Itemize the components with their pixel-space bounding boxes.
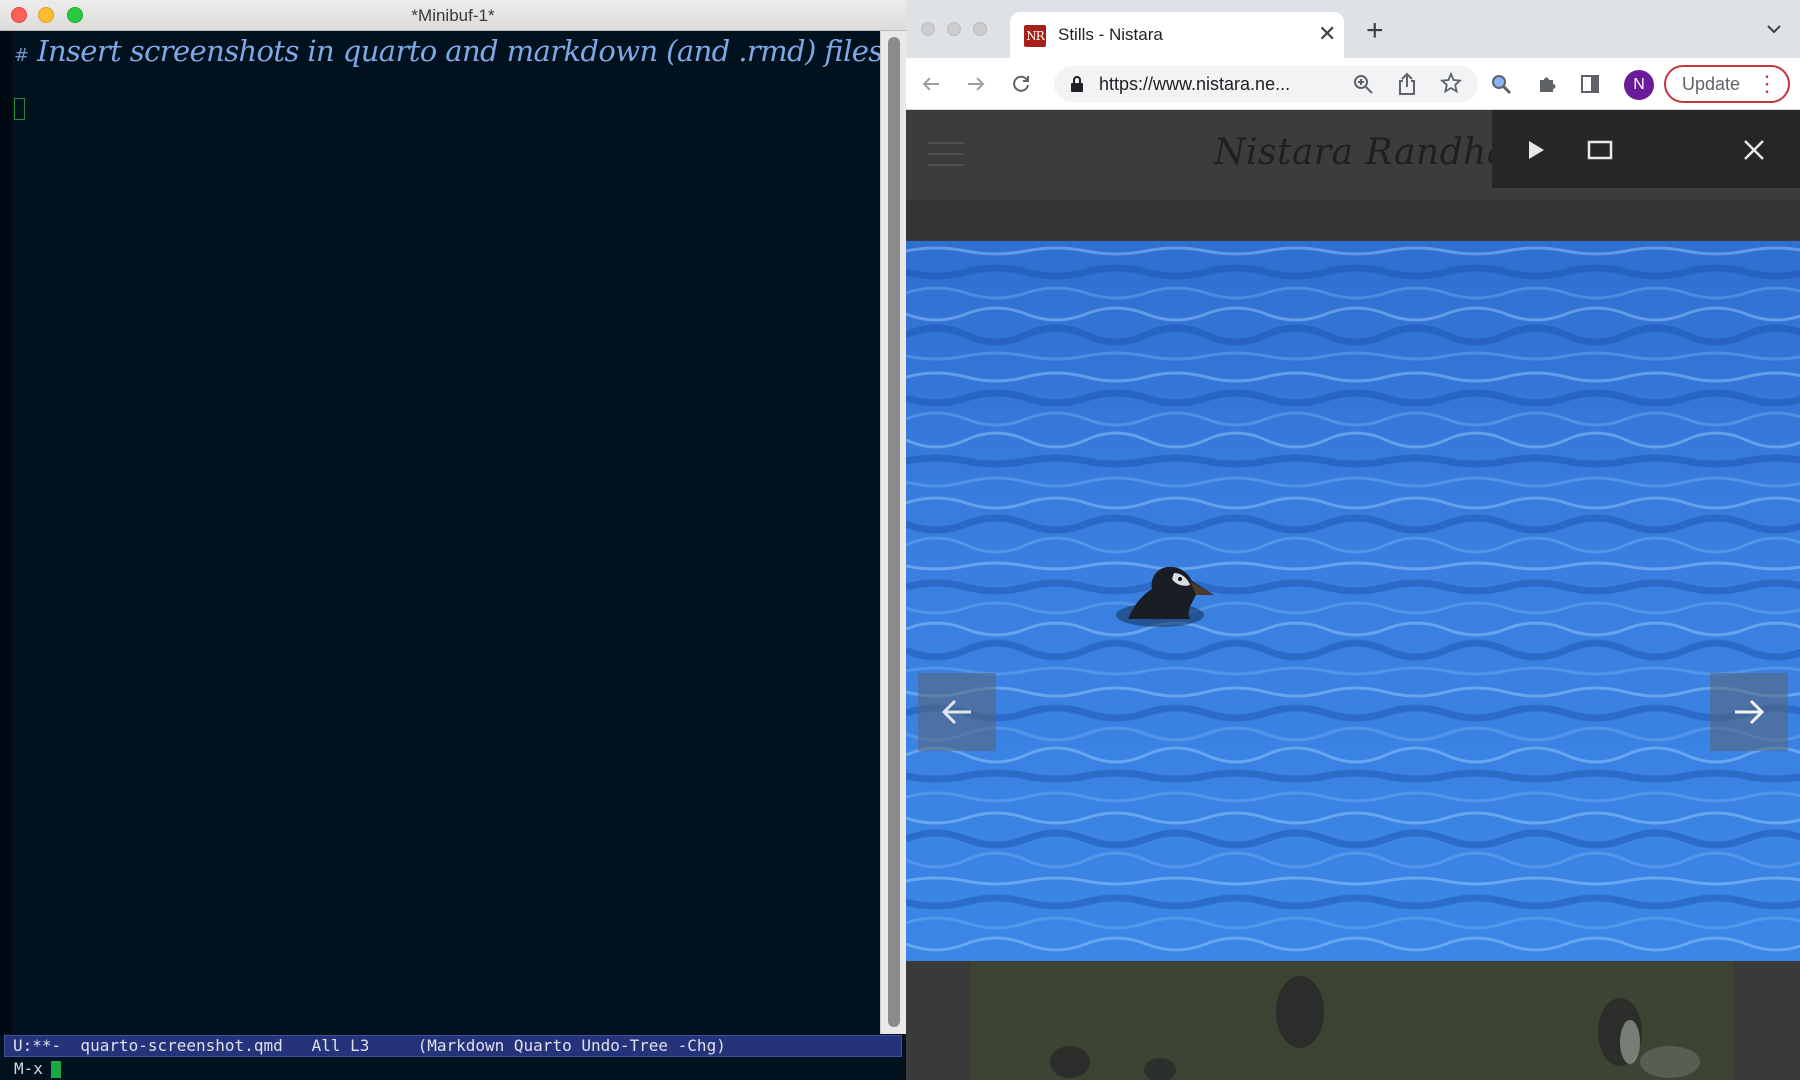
gallery-thumbnail-below[interactable]	[970, 962, 1734, 1080]
tab-search-icon[interactable]	[1766, 22, 1782, 40]
zoom-icon[interactable]	[1352, 73, 1374, 100]
share-icon[interactable]	[1396, 72, 1418, 101]
tab-strip: NR Stills - Nistara ✕ +	[906, 0, 1800, 58]
markdown-heading[interactable]: # Insert screenshots in quarto and markdo…	[14, 34, 906, 68]
hamburger-menu-icon[interactable]	[928, 142, 964, 175]
lightbox-toolbar	[1492, 110, 1800, 188]
emacs-window: *Minibuf-1* # Insert screenshots in quart…	[0, 0, 906, 1080]
emacs-titlebar: *Minibuf-1*	[0, 0, 906, 31]
puffins-on-grass-image	[970, 962, 1734, 1080]
reload-icon[interactable]	[1008, 71, 1034, 97]
close-window-button[interactable]	[921, 22, 935, 36]
tab-close-icon[interactable]: ✕	[1318, 22, 1336, 46]
lightbox-photo[interactable]	[906, 241, 1800, 961]
web-page: Nistara Randhawa	[906, 110, 1800, 1080]
address-bar[interactable]: https://www.nistara.ne...	[1054, 66, 1478, 102]
tab-stills[interactable]: NR Stills - Nistara ✕	[1010, 12, 1344, 58]
site-favicon: NR	[1024, 25, 1046, 47]
forward-icon[interactable]	[963, 71, 989, 97]
update-label: Update	[1682, 74, 1741, 94]
emacs-window-title: *Minibuf-1*	[411, 6, 495, 25]
browser-toolbar: https://www.nistara.ne... N Update ⋮	[906, 58, 1800, 110]
play-icon[interactable]	[1516, 130, 1556, 170]
tab-title: Stills - Nistara	[1058, 25, 1163, 44]
minibuffer-cursor	[50, 1061, 61, 1078]
fullscreen-icon[interactable]	[1580, 130, 1620, 170]
lock-icon[interactable]	[1070, 75, 1084, 98]
close-icon[interactable]	[1734, 130, 1774, 170]
minimize-window-button[interactable]	[947, 22, 961, 36]
text-cursor	[14, 98, 25, 120]
mode-line: U:**- quarto-screenshot.qmd All L3 (Mark…	[4, 1035, 902, 1057]
minibuffer[interactable]: M-x	[0, 1058, 906, 1080]
extension-icon[interactable]	[1490, 71, 1516, 97]
next-arrow-icon[interactable]	[1710, 673, 1788, 751]
emacs-scrollbar[interactable]	[880, 31, 906, 1034]
url-text[interactable]: https://www.nistara.ne...	[1099, 74, 1290, 95]
site-subbar	[906, 200, 1800, 240]
heading-text: Insert screenshots in quarto and markdow…	[37, 34, 906, 68]
menu-icon[interactable]: ⋮	[1756, 67, 1778, 101]
heading-marker: #	[14, 45, 30, 66]
sidepanel-icon[interactable]	[1577, 71, 1603, 97]
profile-avatar[interactable]: N	[1624, 70, 1654, 100]
zoom-window-button[interactable]	[973, 22, 987, 36]
update-button[interactable]: Update ⋮	[1664, 65, 1790, 103]
scrollbar-thumb[interactable]	[888, 37, 900, 1027]
puzzle-icon[interactable]	[1534, 71, 1560, 97]
prev-arrow-icon[interactable]	[918, 673, 996, 751]
minibuffer-prompt: M-x	[14, 1059, 43, 1078]
browser-window: NR Stills - Nistara ✕ + https://www.nist…	[906, 0, 1800, 1080]
star-icon[interactable]	[1439, 71, 1463, 99]
back-icon[interactable]	[918, 71, 944, 97]
left-fringe	[0, 31, 12, 1034]
puffin-on-water-image	[906, 241, 1800, 961]
new-tab-icon[interactable]: +	[1366, 16, 1384, 46]
